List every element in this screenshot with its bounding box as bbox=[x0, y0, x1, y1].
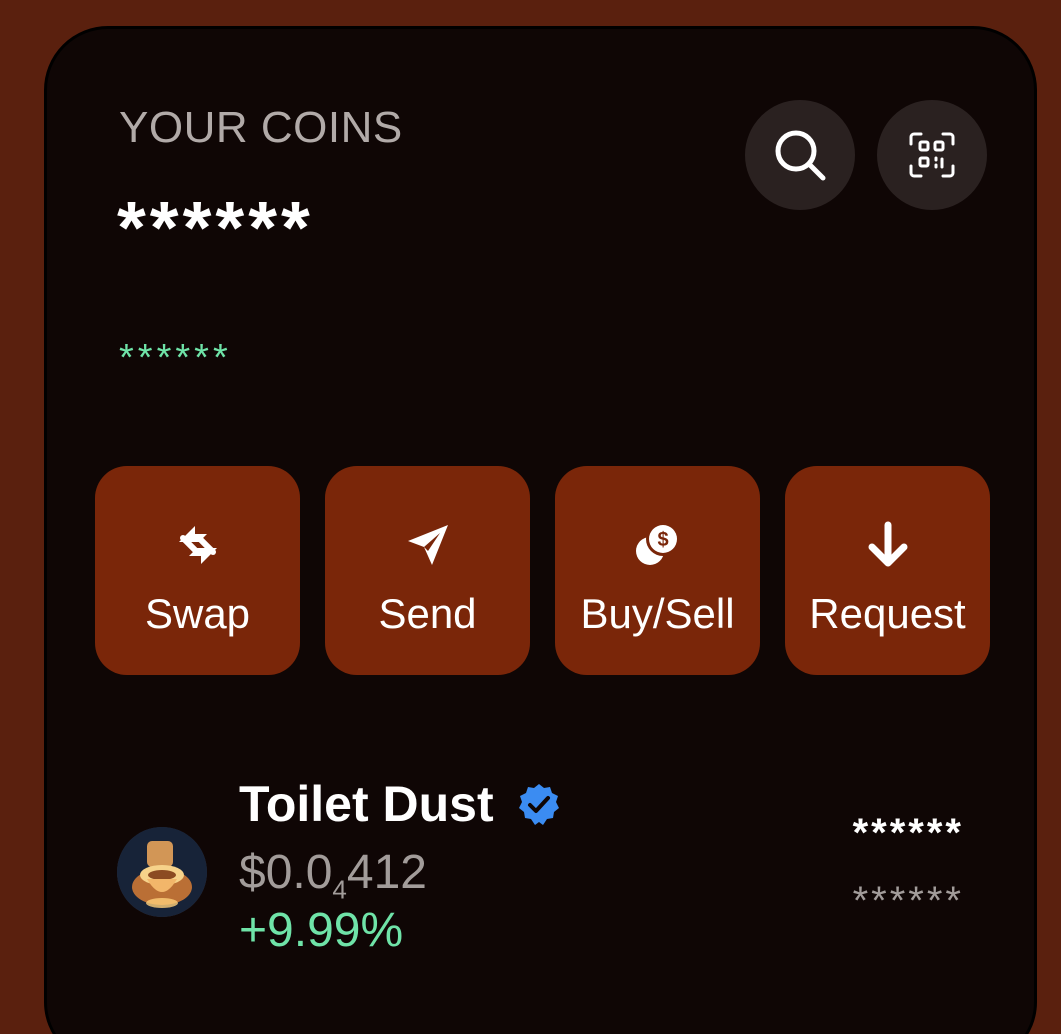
wallet-panel: YOUR COINS ****** ****** Swap Send $ Buy… bbox=[44, 26, 1037, 1034]
swap-arrows-icon bbox=[171, 518, 225, 572]
search-button[interactable] bbox=[745, 100, 855, 210]
balance-change: ****** bbox=[119, 337, 232, 379]
arrow-down-icon bbox=[861, 518, 915, 572]
send-button[interactable]: Send bbox=[325, 466, 530, 675]
coin-avatar bbox=[117, 827, 207, 917]
buy-sell-button[interactable]: $ Buy/Sell bbox=[555, 466, 760, 675]
request-button[interactable]: Request bbox=[785, 466, 990, 675]
swap-button[interactable]: Swap bbox=[95, 466, 300, 675]
coin-price-digits: 412 bbox=[346, 846, 427, 899]
quick-actions: Swap Send $ Buy/Sell Request bbox=[95, 466, 990, 675]
send-label: Send bbox=[378, 590, 477, 637]
coin-price: $0.04412 bbox=[239, 846, 427, 905]
qr-scan-icon bbox=[909, 132, 955, 178]
coin-price-zero-count: 4 bbox=[332, 874, 347, 905]
coin-change: +9.99% bbox=[239, 904, 404, 957]
total-balance[interactable]: ****** bbox=[117, 191, 314, 265]
coin-name-text: Toilet Dust bbox=[239, 776, 494, 832]
buy-sell-label: Buy/Sell bbox=[580, 590, 735, 637]
coins-dollar-icon: $ bbox=[631, 518, 685, 572]
coin-amount: ****** bbox=[852, 879, 964, 923]
paper-plane-icon bbox=[401, 518, 455, 572]
svg-text:$: $ bbox=[657, 529, 668, 551]
request-label: Request bbox=[809, 590, 966, 637]
section-title: YOUR COINS bbox=[119, 103, 403, 152]
search-icon bbox=[775, 130, 826, 181]
swap-label: Swap bbox=[144, 590, 251, 637]
coin-value: ****** bbox=[852, 811, 964, 855]
coin-row[interactable]: Toilet Dust $0.04412 +9.99% ****** *****… bbox=[47, 777, 1034, 967]
verified-badge-icon bbox=[518, 783, 559, 825]
scan-button[interactable] bbox=[877, 100, 987, 210]
coin-price-prefix: $0.0 bbox=[239, 846, 333, 899]
coin-name: Toilet Dust bbox=[239, 777, 562, 832]
